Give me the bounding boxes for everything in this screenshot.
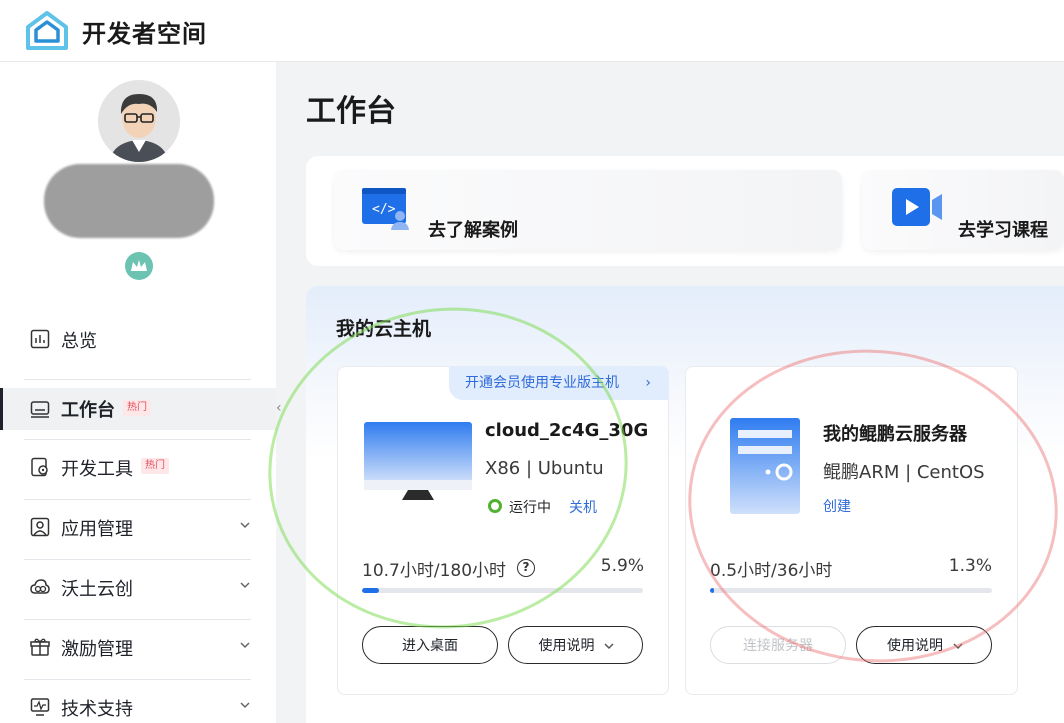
gift-icon xyxy=(30,638,50,656)
membership-promo-link[interactable]: 开通会员使用专业版主机 › xyxy=(449,366,669,400)
top-bar: 开发者空间 xyxy=(0,0,1064,62)
user-avatar-icon xyxy=(98,80,180,162)
sidebar-item-label: 激励管理 xyxy=(61,639,133,660)
vip-crown-icon[interactable] xyxy=(125,252,153,280)
chevron-right-icon: › xyxy=(645,375,651,391)
cloud-icon xyxy=(30,579,50,594)
chevron-down-icon xyxy=(604,643,614,650)
usage-progress-bar xyxy=(710,588,992,593)
sidebar-item-label: 开发工具 xyxy=(61,459,133,480)
usage-progress-fill xyxy=(362,588,379,593)
sidebar-item-incentive[interactable]: 激励管理 xyxy=(0,618,276,676)
sidebar: 总览 工作台 热门 开发工具 热门 应用管理 沃土云创 激励管理 技术支持 xyxy=(0,62,276,723)
chevron-down-icon xyxy=(240,642,250,649)
promo-label: 开通会员使用专业版主机 xyxy=(465,375,619,391)
app-title: 开发者空间 xyxy=(82,20,207,48)
sidebar-item-label: 沃土云创 xyxy=(61,579,133,600)
sidebar-item-label: 总览 xyxy=(61,331,97,352)
quick-link-label: 去了解案例 xyxy=(428,220,518,241)
desktop-monitor-icon xyxy=(364,422,472,500)
hot-badge: 热门 xyxy=(141,458,169,474)
app-manage-icon xyxy=(30,517,50,537)
chart-icon xyxy=(30,329,50,349)
usage-hours: 10.7小时/180小时 xyxy=(362,561,507,581)
code-user-icon: </> xyxy=(362,188,409,230)
host-spec: 鲲鹏ARM | CentOS xyxy=(823,462,985,483)
create-link[interactable]: 创建 xyxy=(823,496,851,516)
sidebar-item-overview[interactable]: 总览 xyxy=(0,310,276,368)
hot-badge: 热门 xyxy=(123,400,151,416)
svg-text:</>: </> xyxy=(372,202,396,217)
sidebar-item-tech-support[interactable]: 技术支持 xyxy=(0,678,276,723)
chevron-down-icon xyxy=(240,582,250,589)
keyboard-icon xyxy=(30,401,50,418)
help-icon[interactable]: ? xyxy=(517,559,535,577)
usage-progress-bar xyxy=(362,588,643,593)
host-status: 运行中 xyxy=(509,500,551,516)
sidebar-item-app-management[interactable]: 应用管理 xyxy=(0,498,276,556)
dropdown-label: 使用说明 xyxy=(538,637,595,653)
connect-server-button[interactable]: 连接服务器 xyxy=(710,626,846,664)
sidebar-item-label: 工作台 xyxy=(61,400,115,421)
quick-link-cases[interactable]: </> 去了解案例 xyxy=(334,170,842,250)
shutdown-link[interactable]: 关机 xyxy=(569,497,597,517)
quick-link-label: 去学习课程 xyxy=(958,220,1048,241)
usage-percent: 5.9% xyxy=(600,556,644,576)
sidebar-item-label: 技术支持 xyxy=(61,699,133,720)
sidebar-item-dev-tools[interactable]: 开发工具 热门 xyxy=(0,438,276,496)
chevron-down-icon xyxy=(953,643,963,650)
server-tower-icon xyxy=(730,418,800,514)
section-title: 我的云主机 xyxy=(336,318,432,340)
sidebar-item-label: 应用管理 xyxy=(61,519,133,540)
quick-links-panel: </> 去了解案例 去学习课程 xyxy=(306,156,1064,266)
host-name: cloud_2c4G_30G xyxy=(485,420,649,441)
dropdown-label: 使用说明 xyxy=(887,637,943,653)
host-name: 我的鲲鹏云服务器 xyxy=(823,424,967,445)
enter-desktop-button[interactable]: 进入桌面 xyxy=(362,626,498,664)
avatar[interactable] xyxy=(98,80,180,162)
usage-progress-fill xyxy=(710,588,715,593)
host-spec: X86 | Ubuntu xyxy=(485,458,604,479)
chevron-down-icon xyxy=(240,702,250,709)
usage-hours: 0.5小时/36小时 xyxy=(710,561,833,581)
status-running-icon xyxy=(488,499,502,513)
video-play-icon xyxy=(892,188,942,226)
usage-guide-dropdown[interactable]: 使用说明 xyxy=(856,626,992,664)
username-redacted xyxy=(44,164,214,238)
sidebar-item-workbench[interactable]: 工作台 热门 xyxy=(0,388,276,430)
quick-link-courses[interactable]: 去学习课程 xyxy=(862,170,1064,250)
logo-icon xyxy=(26,11,68,50)
usage-percent: 1.3% xyxy=(948,556,992,576)
dev-tool-icon xyxy=(31,457,48,477)
support-icon xyxy=(30,698,50,716)
collapse-sidebar-icon[interactable]: ‹ xyxy=(276,400,290,424)
page-title: 工作台 xyxy=(306,94,396,129)
chevron-down-icon xyxy=(240,522,250,529)
divider xyxy=(24,379,251,380)
usage-guide-dropdown[interactable]: 使用说明 xyxy=(508,626,643,664)
sidebar-item-wotu-cloud[interactable]: 沃土云创 xyxy=(0,558,276,616)
